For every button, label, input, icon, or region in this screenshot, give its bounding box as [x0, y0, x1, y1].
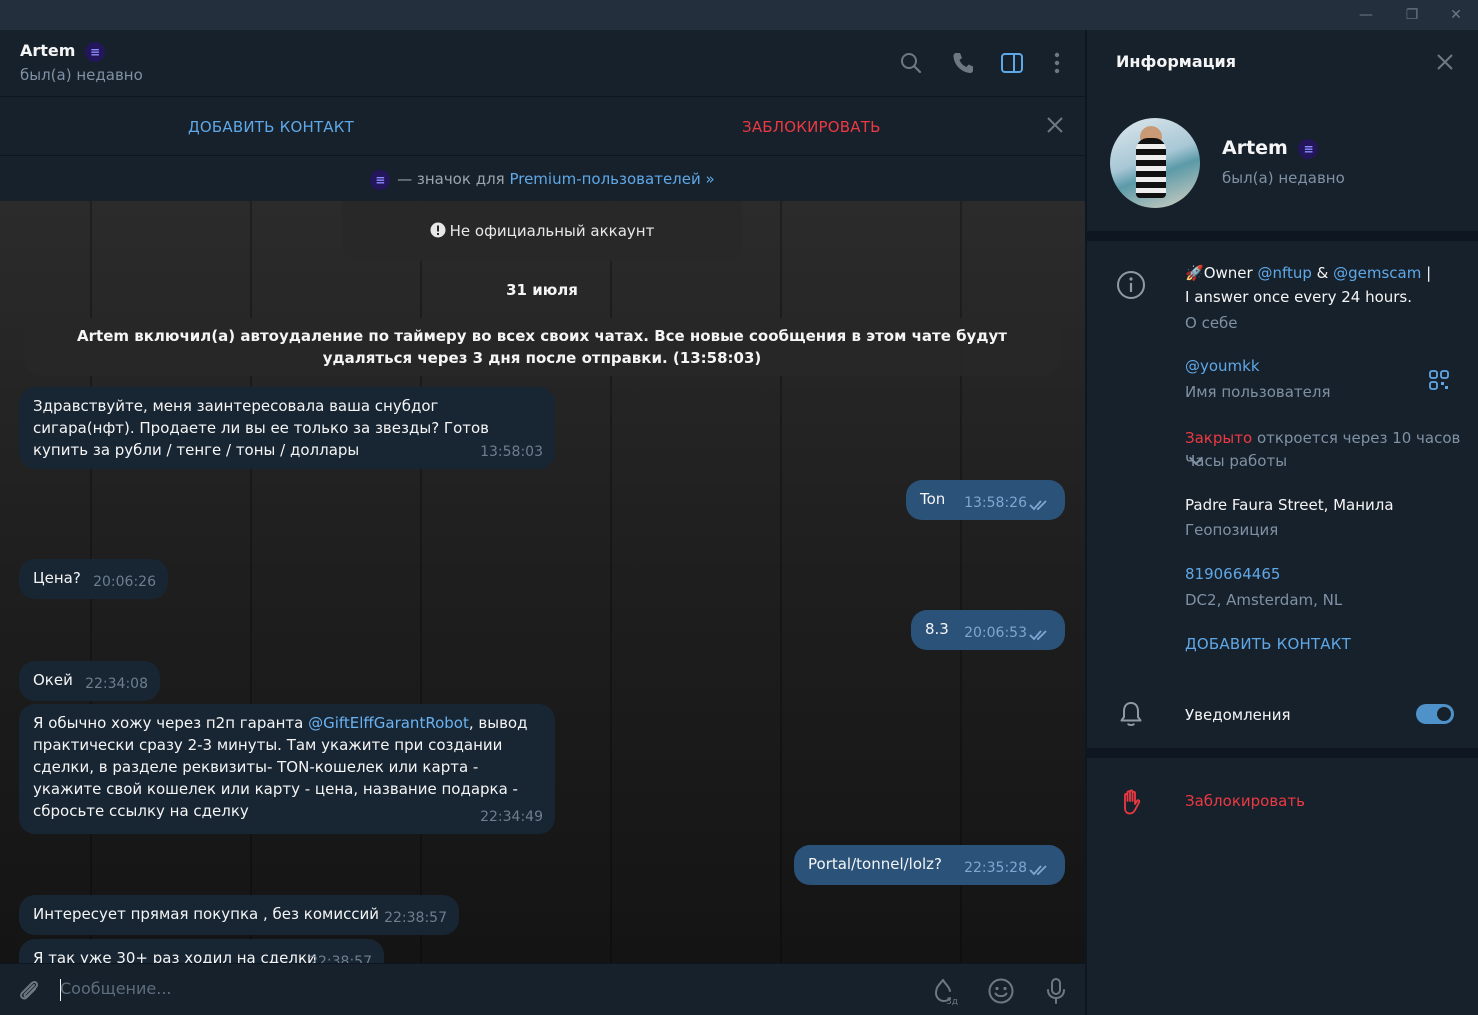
autodelete-timer-icon[interactable]: 3д	[930, 976, 960, 1006]
message-incoming[interactable]: Окей 22:34:08	[19, 661, 160, 701]
chat-title[interactable]: Artem ≡	[20, 41, 106, 62]
message-time: 22:38:57	[384, 910, 447, 926]
bio-text: 🚀Owner @nftup & @gemscam | I answer once…	[1185, 261, 1465, 309]
premium-badge-icon[interactable]: ≡	[85, 41, 106, 62]
hours-opens: откроется через 10 часов	[1256, 429, 1461, 447]
message-text: Здравствуйте, меня заинтересовала ваша с…	[33, 397, 490, 459]
close-icon[interactable]	[1044, 114, 1066, 136]
chat-status: был(а) недавно	[20, 66, 143, 84]
warning-icon	[430, 222, 446, 238]
premium-link[interactable]: Premium-пользователей »	[509, 170, 714, 188]
bio-amp: &	[1311, 264, 1334, 282]
unofficial-account-notice: Не официальный аккаунт	[342, 201, 742, 261]
add-contact-button[interactable]: ДОБАВИТЬ КОНТАКТ	[1185, 635, 1351, 653]
block-button[interactable]: ЗАБЛОКИРОВАТЬ	[742, 118, 881, 136]
service-message: Artem включил(а) автоудаление по таймеру…	[24, 318, 1060, 376]
phone-label: DC2, Amsterdam, NL	[1185, 591, 1343, 609]
read-checkmarks-icon	[1029, 865, 1047, 876]
read-checkmarks-icon	[1029, 630, 1047, 641]
attach-icon[interactable]	[14, 976, 44, 1006]
message-incoming[interactable]: Цена? 20:06:26	[19, 559, 168, 599]
bio-owner: Owner	[1203, 264, 1258, 282]
bio-label: О себе	[1185, 314, 1238, 332]
message-time: 22:38:57	[309, 954, 372, 963]
message-outgoing[interactable]: Portal/tonnel/lolz? 22:35:28	[794, 845, 1065, 885]
info-panel: Информация Artem ≡ был(а) недавно 🚀Owner…	[1087, 30, 1478, 1015]
message-time: 22:35:28	[964, 860, 1027, 876]
message-time: 22:34:49	[480, 809, 543, 825]
qr-code-icon[interactable]	[1428, 369, 1450, 391]
info-panel-title: Информация	[1116, 52, 1236, 71]
location-label: Геопозиция	[1185, 521, 1279, 539]
avatar[interactable]	[1110, 118, 1200, 208]
more-icon[interactable]	[1044, 50, 1070, 76]
message-text-part: Я обычно хожу через п2п гаранта	[33, 714, 309, 732]
microphone-icon[interactable]	[1041, 976, 1071, 1006]
block-user-button[interactable]: Заблокировать	[1185, 789, 1305, 813]
block-hand-icon	[1124, 789, 1141, 815]
read-checkmarks-icon	[1029, 500, 1047, 511]
message-outgoing[interactable]: Ton 13:58:26	[906, 480, 1065, 520]
close-icon[interactable]	[1435, 52, 1455, 72]
bio-link-gemscam[interactable]: @gemscam	[1333, 264, 1421, 282]
chat-header[interactable]: Artem ≡ был(а) недавно	[0, 30, 1085, 97]
message-incoming[interactable]: Здравствуйте, меня заинтересовала ваша с…	[19, 387, 555, 469]
message-time: 20:06:26	[93, 574, 156, 590]
premium-badge-icon[interactable]: ≡	[1298, 138, 1319, 159]
premium-badge-icon: ≡	[370, 169, 391, 190]
contact-action-bar: ДОБАВИТЬ КОНТАКТ ЗАБЛОКИРОВАТЬ	[0, 98, 1085, 156]
emoji-icon[interactable]	[986, 976, 1016, 1006]
toggle-knob	[1437, 707, 1451, 721]
bio-link-nftup[interactable]: @nftup	[1257, 264, 1311, 282]
username-label: Имя пользователя	[1185, 383, 1331, 401]
bio-bar: |	[1421, 264, 1432, 282]
section-divider	[1087, 231, 1478, 241]
date-separator: 31 июля	[498, 275, 586, 305]
bot-mention-link[interactable]: @GiftElffGarantRobot	[308, 714, 469, 732]
bell-icon	[1120, 702, 1142, 726]
message-time: 22:34:08	[85, 676, 148, 692]
section-divider	[1087, 748, 1478, 758]
minimize-button[interactable]: —	[1344, 2, 1388, 28]
rocket-emoji: 🚀	[1185, 264, 1204, 282]
add-contact-button[interactable]: ДОБАВИТЬ КОНТАКТ	[188, 118, 354, 136]
profile-name: Artem ≡	[1222, 137, 1319, 159]
timer-label: 3д	[946, 997, 958, 1006]
message-list[interactable]: Не официальный аккаунт 31 июля Artem вкл…	[0, 201, 1085, 963]
premium-notice-bar: ≡ — значок для Premium-пользователей »	[0, 157, 1085, 201]
info-icon	[1117, 271, 1145, 299]
message-incoming[interactable]: Я обычно хожу через п2п гаранта @GiftElf…	[19, 704, 555, 834]
maximize-button[interactable]: ❐	[1390, 2, 1434, 28]
message-input-bar: Сообщение... 3д	[0, 963, 1085, 1015]
location-value[interactable]: Padre Faura Street, Манила	[1185, 493, 1394, 517]
message-time: 13:58:03	[480, 444, 543, 460]
chat-title-name: Artem	[20, 41, 76, 60]
search-icon[interactable]	[898, 50, 924, 76]
sidebar-toggle-icon[interactable]	[999, 50, 1025, 76]
profile-name-text: Artem	[1222, 137, 1288, 159]
username-value[interactable]: @youmkk	[1185, 357, 1260, 375]
message-outgoing[interactable]: 8.3 20:06:53	[911, 610, 1065, 650]
phone-value[interactable]: 8190664465	[1185, 565, 1280, 583]
message-time: 13:58:26	[964, 495, 1027, 511]
message-input[interactable]: Сообщение...	[60, 979, 172, 998]
profile-status: был(а) недавно	[1222, 169, 1345, 187]
message-text: Я обычно хожу через п2п гаранта @GiftElf…	[33, 712, 538, 822]
phone-icon[interactable]	[950, 50, 976, 76]
close-window-button[interactable]: ✕	[1434, 2, 1478, 28]
hours-closed: Закрыто	[1185, 429, 1253, 447]
hours-label: Часы работы	[1185, 452, 1288, 470]
bio-line2: I answer once every 24 hours.	[1185, 288, 1413, 306]
notifications-label: Уведомления	[1185, 706, 1291, 724]
message-incoming[interactable]: Интересует прямая покупка , без комиссий…	[19, 895, 459, 935]
chat-panel: Artem ≡ был(а) недавно ДОБАВИТЬ КОНТАКТ …	[0, 30, 1085, 1015]
unofficial-account-text: Не официальный аккаунт	[449, 222, 655, 240]
window-titlebar: — ❐ ✕	[0, 0, 1478, 30]
notifications-toggle[interactable]	[1416, 704, 1454, 724]
premium-notice-text: — значок для	[392, 170, 510, 188]
message-incoming[interactable]: Я так уже 30+ раз ходил на сделки 22:38:…	[19, 939, 384, 963]
message-time: 20:06:53	[964, 625, 1027, 641]
